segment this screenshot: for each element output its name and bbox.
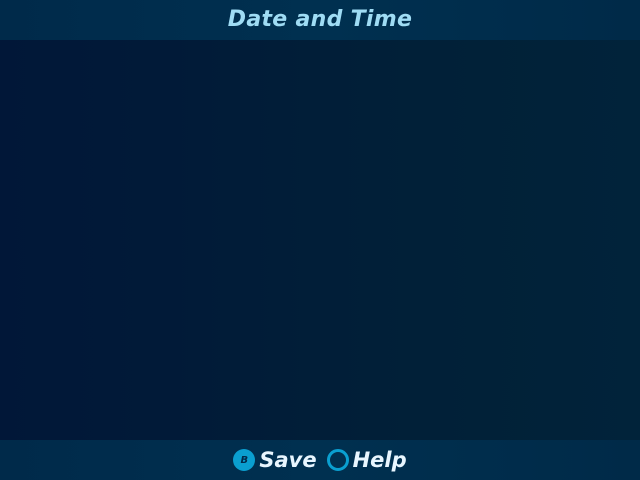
date-and-time-screen: Date and Time B Save Help bbox=[0, 0, 640, 480]
page-title: Date and Time bbox=[227, 7, 413, 32]
help-label: Help bbox=[352, 448, 407, 472]
help-hint[interactable]: Help bbox=[326, 440, 407, 480]
title-bar: Date and Time bbox=[0, 0, 640, 40]
save-label: Save bbox=[259, 448, 317, 472]
b-button-icon: B bbox=[233, 449, 256, 471]
save-hint[interactable]: B Save bbox=[233, 440, 317, 480]
content-area bbox=[0, 40, 640, 440]
button-hint-bar: B Save Help bbox=[0, 440, 640, 480]
circle-button-icon bbox=[326, 449, 349, 471]
